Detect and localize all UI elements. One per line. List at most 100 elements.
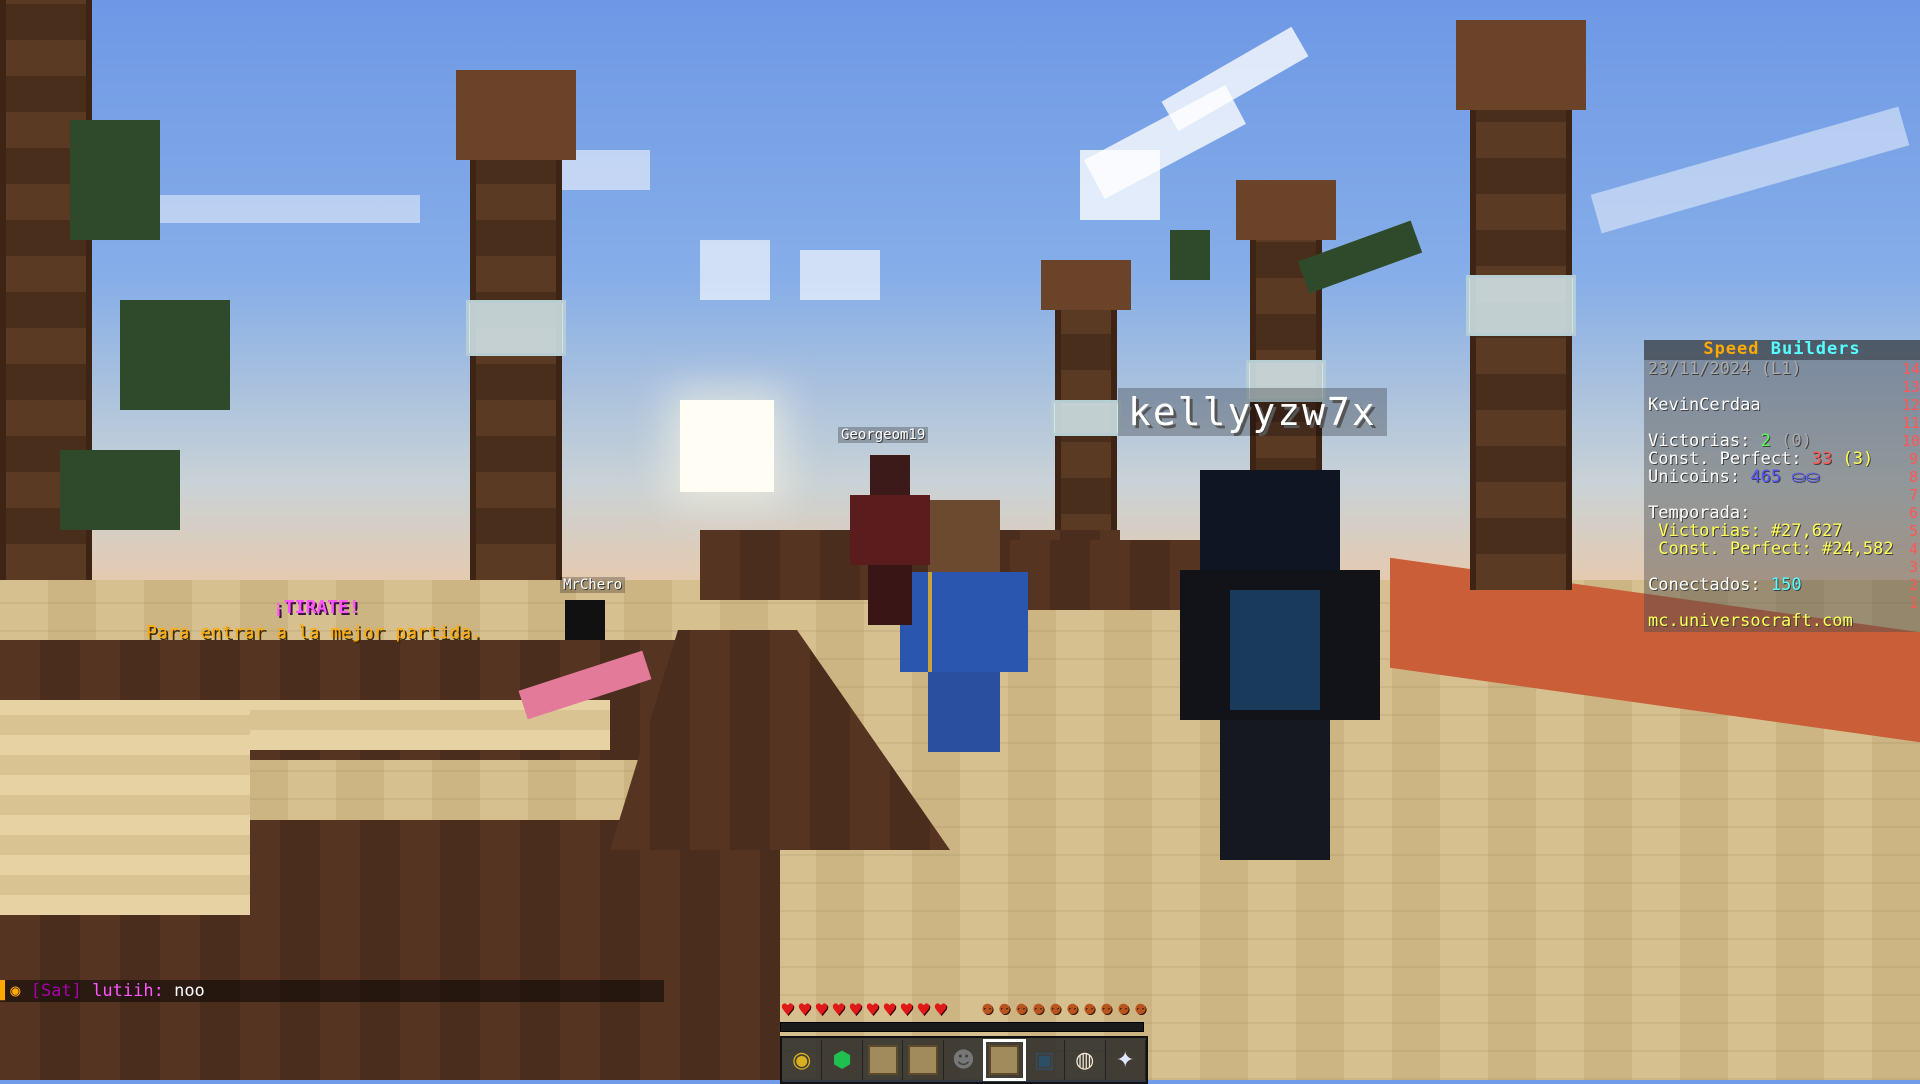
heart-icon: ♥ xyxy=(933,1000,948,1019)
wooden-pillar xyxy=(456,70,576,580)
cloud xyxy=(800,250,880,300)
scoreboard-server: mc.universocraft.com xyxy=(1648,611,1853,631)
heart-icon: ♥ xyxy=(814,1000,829,1019)
hologram-title: ¡TIRATE! xyxy=(273,597,360,618)
scoreboard-line-number: 8 xyxy=(1908,468,1918,486)
scoreboard-temp-const: Const. Perfect: #24,582 xyxy=(1648,539,1894,559)
hunger-icon: ⚉ xyxy=(1032,1002,1045,1018)
map-icon xyxy=(988,1045,1019,1075)
player-dress xyxy=(1230,590,1320,710)
emerald-icon: ⬢ xyxy=(832,1047,852,1073)
hotbar-slot[interactable] xyxy=(903,1040,944,1080)
chat-prefix: ▌◉ xyxy=(0,981,21,1001)
hunger-icon: ⚉ xyxy=(1015,1002,1028,1018)
hunger-bar: ⚉ ⚉ ⚉ ⚉ ⚉ ⚉ ⚉ ⚉ ⚉ ⚉ xyxy=(980,1003,1148,1017)
player-mrchero[interactable] xyxy=(518,600,652,740)
hotbar-slot[interactable]: ◉ xyxy=(782,1040,823,1080)
scoreboard-line-number: 5 xyxy=(1908,522,1918,540)
hotbar-slot[interactable]: ⬢ xyxy=(822,1040,863,1080)
unicoins-icon: ⛀⛀ xyxy=(1791,467,1820,487)
hunger-icon: ⚉ xyxy=(1066,1002,1079,1018)
player-body xyxy=(518,650,652,720)
sun xyxy=(680,400,774,492)
scoreboard-line-number: 4 xyxy=(1908,540,1918,558)
unicoins-value: 465 xyxy=(1750,467,1782,487)
hotbar-slot[interactable] xyxy=(983,1039,1026,1081)
player-body xyxy=(928,572,1004,672)
player-samurai[interactable] xyxy=(850,455,930,625)
hunger-icon: ⚉ xyxy=(1100,1002,1113,1018)
scoreboard-line-number: 13 xyxy=(1902,378,1920,396)
scoreboard-line-number: 6 xyxy=(1908,504,1918,522)
scoreboard-line-number: 3 xyxy=(1908,558,1918,576)
scoreboard-line-number: 10 xyxy=(1902,432,1920,450)
const-label: Const. Perfect: xyxy=(1648,449,1802,469)
game-scene: Georgeom19 MrChero kellyyzw7x ¡TIRATE! P… xyxy=(0,0,1920,1080)
hunger-icon: ⚉ xyxy=(998,1002,1011,1018)
chat-line: ▌◉ [Sat] lutiih: noo xyxy=(0,980,664,1002)
scoreboard-title-speed: Speed xyxy=(1703,339,1760,359)
player-head xyxy=(928,500,1000,572)
scoreboard-temporada: Temporada: xyxy=(1648,503,1751,523)
chat-rank: [Sat] xyxy=(30,981,82,1001)
hunger-icon: ⚉ xyxy=(1134,1002,1147,1018)
heart-icon: ♥ xyxy=(865,1000,880,1019)
player-legs xyxy=(928,672,1000,752)
hunger-icon: ⚉ xyxy=(1049,1002,1062,1018)
wooden-pillar xyxy=(1456,20,1586,590)
cake-icon: ◍ xyxy=(1075,1047,1095,1073)
chest-icon: ▣ xyxy=(1033,1047,1055,1073)
hotbar[interactable]: ◉ ⬢ ☻ ▣ ◍ ✦ xyxy=(780,1036,1148,1084)
map-icon xyxy=(908,1045,939,1075)
cloud xyxy=(1080,150,1160,220)
victorias-extra: (0) xyxy=(1781,431,1812,451)
hotbar-slot[interactable]: ✦ xyxy=(1106,1040,1146,1080)
health-bar: ♥ ♥ ♥ ♥ ♥ ♥ ♥ ♥ ♥ ♥ xyxy=(780,1000,948,1019)
heart-icon: ♥ xyxy=(882,1000,897,1019)
scoreboard-title: Speed Builders xyxy=(1644,340,1920,360)
scoreboard-date: 23/11/2024 xyxy=(1648,359,1751,379)
player-arm xyxy=(1000,572,1028,672)
heart-icon: ♥ xyxy=(797,1000,812,1019)
scoreboard-blank xyxy=(1648,594,1920,612)
victorias-label: Victorias: xyxy=(1648,431,1751,451)
hotbar-slot[interactable]: ◍ xyxy=(1065,1040,1106,1080)
chat-message: noo xyxy=(174,981,205,1001)
player-head xyxy=(870,455,910,495)
scoreboard-line-number: 1 xyxy=(1908,594,1918,612)
scoreboard-title-builders: Builders xyxy=(1770,339,1861,359)
scoreboard-line-numbers: 14 13 12 11 10 9 8 7 6 5 4 3 2 1 xyxy=(1902,360,1920,612)
victorias-value: 2 xyxy=(1760,431,1771,451)
unicoins-label: Unicoins: xyxy=(1648,467,1741,487)
chat-player-name: lutiih: xyxy=(92,981,164,1001)
const-extra: (3) xyxy=(1842,449,1874,469)
scoreboard-line-number: 9 xyxy=(1908,450,1918,468)
scoreboard-blank xyxy=(1648,558,1920,576)
scoreboard-date-line: 23/11/2024 (L1) xyxy=(1648,360,1920,378)
hotbar-slot[interactable]: ☻ xyxy=(944,1040,985,1080)
player-head xyxy=(565,600,605,640)
heart-icon: ♥ xyxy=(831,1000,846,1019)
scoreboard: Speed Builders 23/11/2024 (L1) KevinCerd… xyxy=(1644,340,1920,632)
scoreboard-blank xyxy=(1648,486,1920,504)
heart-icon: ♥ xyxy=(916,1000,931,1019)
nametag-kellyyzw7x: kellyyzw7x xyxy=(1118,388,1387,436)
heart-icon: ♥ xyxy=(780,1000,795,1019)
scoreboard-unicoins: Unicoins: 465 ⛀⛀ xyxy=(1648,468,1920,486)
scoreboard-line-number: 2 xyxy=(1908,576,1918,594)
hunger-icon: ⚉ xyxy=(1117,1002,1130,1018)
player-head xyxy=(1200,470,1340,570)
scoreboard-const-perfect: Const. Perfect: 33 (3) xyxy=(1648,450,1920,468)
hotbar-slot[interactable] xyxy=(863,1040,904,1080)
scoreboard-line-number: 7 xyxy=(1908,486,1918,504)
conectados-value: 150 xyxy=(1770,575,1802,595)
scoreboard-lobby: (L1) xyxy=(1760,359,1802,379)
cloud xyxy=(700,240,770,300)
hunger-icon: ⚉ xyxy=(1083,1002,1096,1018)
hotbar-slot[interactable]: ▣ xyxy=(1025,1040,1066,1080)
nether-star-icon: ✦ xyxy=(1116,1047,1135,1073)
compass-icon: ◉ xyxy=(792,1047,812,1073)
player-kellyyzw7x[interactable] xyxy=(1170,470,1390,870)
scoreboard-line-number: 11 xyxy=(1902,414,1920,432)
scoreboard-conectados: Conectados: 150 xyxy=(1648,576,1920,594)
